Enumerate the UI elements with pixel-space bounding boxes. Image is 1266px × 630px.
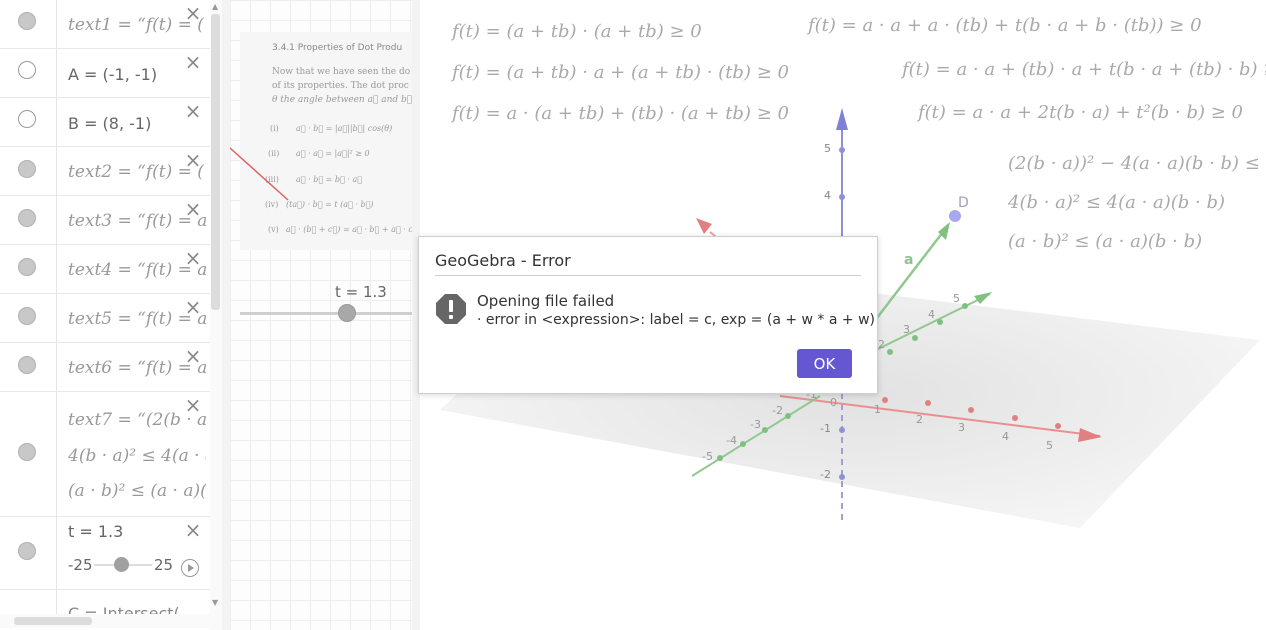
y-tick-label: -5	[702, 450, 713, 463]
ok-button[interactable]: OK	[797, 349, 852, 378]
close-icon[interactable]: ×	[184, 297, 202, 317]
close-icon[interactable]: ×	[184, 346, 202, 366]
z-tick-label: 4	[824, 189, 831, 202]
equation-right-1: f(t) = a · a + a · (tb) + t(b · a + b · …	[808, 15, 1202, 36]
slider-t[interactable]: t = 1.3	[240, 280, 412, 330]
inequality-2: 4(b · a)² ≤ 4(a · a)(b · b)	[1008, 192, 1226, 213]
algebra-row-A[interactable]: A = (-1, -1) ×	[0, 49, 210, 98]
slider-track[interactable]	[240, 312, 412, 315]
close-icon[interactable]: ×	[184, 520, 202, 540]
dialog-message-detail: · error in <expression>: label = c, exp …	[477, 312, 876, 328]
red-vector-arrow	[696, 218, 712, 234]
scrollbar-thumb[interactable]	[211, 14, 220, 310]
equation-left-1: f(t) = (a + tb) · (a + tb) ≥ 0	[452, 21, 702, 42]
x-tick-label: 1	[874, 403, 881, 416]
close-icon[interactable]: ×	[184, 150, 202, 170]
point-D-label: D	[958, 195, 969, 211]
inequality-3: (a · b)² ≤ (a · a)(b · b)	[1008, 231, 1203, 252]
y-tick-label: -2	[772, 404, 783, 417]
algebra-row-text3[interactable]: text3 = “f(t) = a ×	[0, 196, 210, 245]
y-tick-label: -4	[726, 434, 737, 447]
close-icon[interactable]: ×	[184, 101, 202, 121]
visibility-marble[interactable]	[18, 443, 36, 461]
vector-a-label: a	[904, 252, 913, 268]
z-tick-label: -1	[820, 422, 831, 435]
error-dialog: GeoGebra - Error Opening file failed · e…	[418, 236, 878, 394]
z-axis-arrow	[836, 108, 848, 130]
slider-label: t = 1.3	[335, 283, 387, 301]
algebra-row-text7[interactable]: text7 = “(2(b · a) 4(b · a)² ≤ 4(a · a)(…	[0, 392, 210, 517]
algebra-row-B[interactable]: B = (8, -1) ×	[0, 98, 210, 147]
green-tick-label: 4	[928, 308, 935, 321]
algebra-row-text-line3: (a · b)² ≤ (a · a)(b ·	[68, 481, 206, 501]
visibility-marble[interactable]	[18, 258, 36, 276]
visibility-marble[interactable]	[18, 12, 36, 30]
visibility-marble[interactable]	[18, 542, 36, 560]
visibility-marble[interactable]	[18, 160, 36, 178]
y-axis-arrow	[974, 292, 992, 304]
algebra-scrollbar-horizontal[interactable]	[0, 614, 210, 628]
algebra-scrollbar-vertical[interactable]: ▲ ▼	[210, 0, 222, 630]
slider-knob[interactable]	[338, 304, 356, 322]
inequality-1: (2(b · a))² − 4(a · a)(b · b) ≤ 0	[1008, 153, 1266, 174]
algebra-slider-knob[interactable]	[114, 557, 129, 572]
dialog-title: GeoGebra - Error	[435, 251, 571, 270]
x-tick-label: 4	[1002, 430, 1009, 443]
green-tick-label: 2	[878, 338, 885, 351]
visibility-marble[interactable]	[18, 356, 36, 374]
algebra-row-text-line2: 4(b · a)² ≤ 4(a · a)(	[68, 446, 206, 466]
red-segment	[230, 147, 289, 201]
visibility-marble[interactable]	[18, 61, 36, 79]
algebra-row-slider-t[interactable]: t = 1.3 -25 25 ×	[0, 517, 210, 590]
close-icon[interactable]: ×	[184, 395, 202, 415]
close-icon[interactable]: ×	[184, 248, 202, 268]
equation-right-2: f(t) = a · a + (tb) · a + t(b · a + (tb)…	[902, 59, 1266, 80]
equation-left-2: f(t) = (a + tb) · a + (a + tb) · (tb) ≥ …	[452, 62, 789, 83]
algebra-row-text2[interactable]: text2 = “f(t) = ( ×	[0, 147, 210, 196]
x-tick-label: 5	[1046, 439, 1053, 452]
error-icon	[436, 294, 466, 324]
algebra-row-text6[interactable]: text6 = “f(t) = a ×	[0, 343, 210, 392]
algebra-view: text1 = “f(t) = ( × A = (-1, -1) × B = (…	[0, 0, 222, 630]
close-icon[interactable]: ×	[184, 3, 202, 23]
close-icon[interactable]: ×	[184, 199, 202, 219]
point-D	[949, 210, 961, 222]
algebra-row-text5[interactable]: text5 = “f(t) = a ×	[0, 294, 210, 343]
origin-label: 0	[830, 396, 837, 409]
z-tick-label: -2	[820, 468, 831, 481]
x-tick-label: 2	[916, 413, 923, 426]
z-tick-label: 5	[824, 142, 831, 155]
algebra-row-text4[interactable]: text4 = “f(t) = a ×	[0, 245, 210, 294]
dialog-divider	[435, 275, 861, 276]
green-tick-label: 5	[953, 292, 960, 305]
close-icon[interactable]: ×	[184, 52, 202, 72]
y-tick-label: -3	[750, 418, 761, 431]
equation-right-3: f(t) = a · a + 2t(b · a) + t²(b · b) ≥ 0	[918, 102, 1243, 123]
visibility-marble[interactable]	[18, 307, 36, 325]
visibility-marble[interactable]	[18, 209, 36, 227]
green-tick-label: 3	[903, 323, 910, 336]
scrollbar-thumb[interactable]	[14, 617, 92, 625]
dialog-message: Opening file failed	[477, 292, 615, 310]
view-divider[interactable]	[222, 0, 230, 630]
slider-max-label: 25	[154, 556, 174, 574]
x-tick-label: 3	[958, 421, 965, 434]
visibility-marble[interactable]	[18, 110, 36, 128]
play-icon[interactable]	[181, 559, 199, 577]
equation-left-3: f(t) = a · (a + tb) + (tb) · (a + tb) ≥ …	[452, 103, 789, 124]
algebra-row-text1[interactable]: text1 = “f(t) = ( ×	[0, 0, 210, 49]
